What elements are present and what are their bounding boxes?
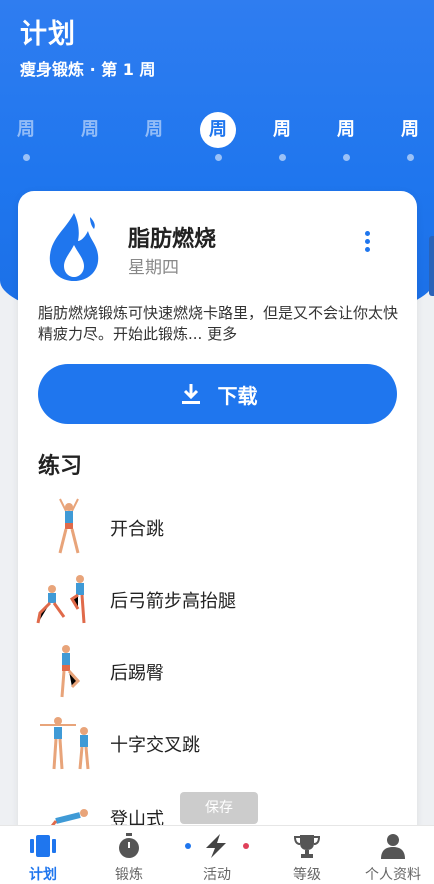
- exercise-item[interactable]: 后踢臀: [36, 641, 396, 701]
- week-day-strip: 周 周 周 周 周 周 周: [0, 112, 434, 164]
- download-button[interactable]: 下载: [38, 364, 397, 424]
- tab-profile[interactable]: 个人资料: [350, 832, 434, 884]
- day-item[interactable]: 周: [6, 112, 46, 161]
- tab-activity[interactable]: 活动: [174, 832, 260, 884]
- exercises-section-title: 练习: [38, 454, 83, 479]
- tab-label: 计划: [29, 867, 57, 883]
- plan-subtitle: 瘦身锻炼 · 第 1 周: [20, 60, 156, 79]
- tab-plan[interactable]: 计划: [0, 832, 86, 884]
- day-item[interactable]: 周: [390, 112, 430, 161]
- day-item[interactable]: 周: [326, 112, 366, 161]
- day-item[interactable]: 周: [134, 112, 174, 161]
- day-dot: [278, 154, 286, 161]
- more-link[interactable]: 更多: [207, 325, 237, 343]
- day-item[interactable]: 周: [262, 112, 302, 161]
- next-card-peek[interactable]: [429, 236, 434, 296]
- flame-icon: [49, 213, 99, 281]
- stopwatch-icon: [119, 833, 139, 858]
- day-dot: [406, 154, 414, 161]
- bottom-navigation: 计划 锻炼 活动 等级 个人资料: [0, 825, 434, 884]
- person-icon: [381, 834, 405, 859]
- day-label: 周: [200, 112, 236, 148]
- tab-levels[interactable]: 等级: [264, 832, 350, 884]
- tab-workouts[interactable]: 锻炼: [86, 832, 172, 884]
- exercise-figure-icon: [60, 645, 81, 698]
- exercise-item[interactable]: 十字交叉跳: [36, 713, 396, 773]
- more-options-icon[interactable]: [356, 229, 378, 255]
- day-label: 周: [81, 119, 99, 140]
- day-label: 周: [337, 119, 355, 140]
- activity-icon: [185, 834, 249, 858]
- trophy-icon: [294, 835, 320, 858]
- exercise-item[interactable]: 开合跳: [36, 497, 396, 557]
- exercise-figure-icon: [40, 717, 90, 770]
- day-label: 周: [17, 119, 35, 140]
- workout-day: 星期四: [128, 258, 179, 278]
- exercise-name: 开合跳: [110, 519, 164, 540]
- exercise-name: 后踢臀: [110, 663, 164, 684]
- download-icon: [181, 384, 200, 404]
- day-item[interactable]: 周: [70, 112, 110, 161]
- day-dot: [22, 154, 30, 161]
- day-label: 周: [145, 119, 163, 140]
- exercise-figure-icon: [36, 575, 86, 624]
- workout-description: 脂肪燃烧锻炼可快速燃烧卡路里，但是又不会让你太快精疲力尽。开始此锻炼... 更多: [38, 303, 402, 345]
- save-toast: 保存: [180, 792, 258, 824]
- exercise-item[interactable]: 后弓箭步高抬腿: [36, 569, 396, 629]
- download-label: 下载: [217, 383, 258, 408]
- workout-card: 脂肪燃烧 星期四 脂肪燃烧锻炼可快速燃烧卡路里，但是又不会让你太快精疲力尽。开始…: [18, 191, 417, 831]
- day-dot: [214, 154, 222, 161]
- page-title: 计划: [20, 19, 76, 50]
- exercise-figure-icon: [58, 498, 80, 554]
- day-dot: [342, 154, 350, 161]
- workout-name: 脂肪燃烧: [128, 227, 217, 252]
- tab-label: 锻炼: [115, 867, 143, 883]
- tab-label: 等级: [293, 867, 321, 883]
- day-label: 周: [273, 119, 291, 140]
- exercise-name: 后弓箭步高抬腿: [110, 591, 236, 612]
- tab-label: 个人资料: [365, 867, 421, 883]
- plan-icon: [30, 835, 56, 857]
- day-label: 周: [401, 119, 419, 140]
- tab-label: 活动: [203, 867, 231, 883]
- day-item-current[interactable]: 周: [198, 112, 238, 161]
- exercise-name: 十字交叉跳: [110, 735, 200, 756]
